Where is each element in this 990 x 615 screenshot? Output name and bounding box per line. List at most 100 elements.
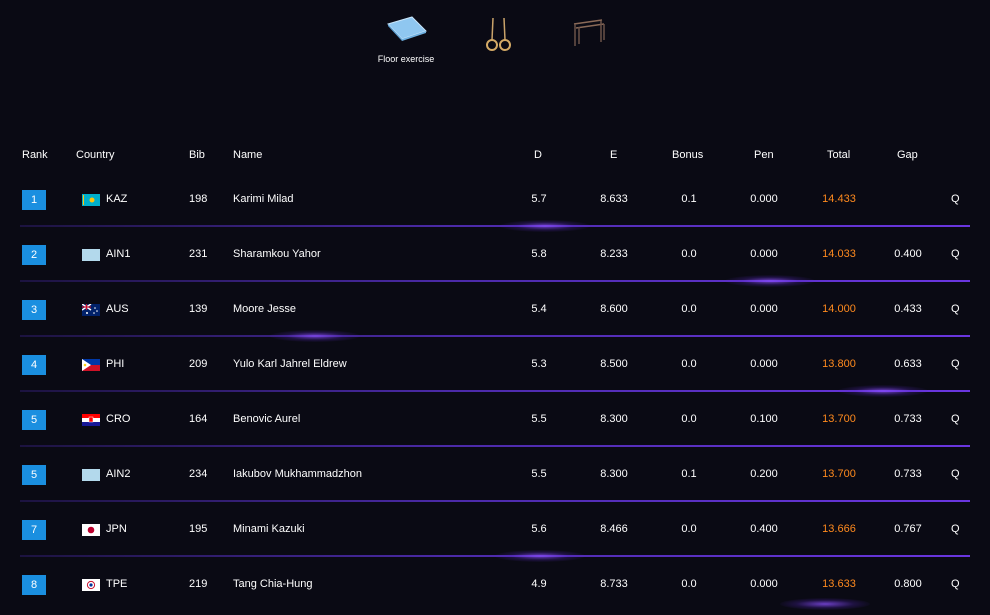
country-code: PHI — [106, 358, 125, 370]
apparatus-rings[interactable] — [459, 14, 539, 54]
penalty: 0.000 — [750, 358, 778, 370]
total-score: 14.433 — [822, 193, 856, 205]
rank-badge: 3 — [22, 300, 46, 320]
bonus-score: 0.1 — [681, 468, 697, 480]
bib-number: 234 — [189, 468, 208, 480]
country-code: AIN1 — [106, 248, 131, 260]
e-score: 8.300 — [600, 468, 628, 480]
penalty: 0.100 — [750, 413, 778, 425]
header-e[interactable]: E — [610, 149, 617, 161]
d-score: 5.6 — [531, 523, 547, 535]
total-score: 13.700 — [822, 413, 856, 425]
d-score: 5.8 — [531, 248, 547, 260]
qualified-mark: Q — [951, 303, 960, 315]
header-bib[interactable]: Bib — [189, 149, 205, 161]
bonus-score: 0.0 — [681, 358, 697, 370]
table-row[interactable]: 5 CRO 164 Benovic Aurel 5.5 8.300 0.0 0.… — [0, 392, 990, 447]
bonus-score: 0.0 — [681, 578, 697, 590]
header-d[interactable]: D — [534, 149, 542, 161]
qualified-mark: Q — [951, 358, 960, 370]
flag-kaz-icon — [82, 194, 100, 206]
table-row[interactable]: 3 AUS 139 Moore Jesse 5.4 8.600 0.0 0.00… — [0, 282, 990, 342]
header-bonus[interactable]: Bonus — [672, 149, 703, 161]
bib-number: 139 — [189, 303, 208, 315]
flag-jpn-icon — [82, 524, 100, 536]
rank-badge: 2 — [22, 245, 46, 265]
flag-neutral-icon — [82, 469, 100, 481]
athlete-name[interactable]: Moore Jesse — [233, 303, 296, 315]
total-score: 13.666 — [822, 523, 856, 535]
bib-number: 219 — [189, 578, 208, 590]
d-score: 5.4 — [531, 303, 547, 315]
e-score: 8.300 — [600, 413, 628, 425]
country-code: TPE — [106, 578, 128, 590]
total-score: 14.033 — [822, 248, 856, 260]
flag-tpe-icon — [82, 579, 100, 591]
qualified-mark: Q — [951, 193, 960, 205]
flag-aus-icon — [82, 304, 100, 316]
qualified-mark: Q — [951, 523, 960, 535]
penalty: 0.200 — [750, 468, 778, 480]
table-row[interactable]: 4 PHI 209 Yulo Karl Jahrel Eldrew 5.3 8.… — [0, 337, 990, 397]
d-score: 5.5 — [531, 413, 547, 425]
e-score: 8.733 — [600, 578, 628, 590]
results-table-header: Rank Country Bib Name D E Bonus Pen Tota… — [0, 149, 990, 165]
header-rank[interactable]: Rank — [22, 149, 48, 161]
bonus-score: 0.0 — [681, 248, 697, 260]
qualified-mark: Q — [951, 578, 960, 590]
athlete-name[interactable]: Yulo Karl Jahrel Eldrew — [233, 358, 347, 370]
gap: 0.733 — [894, 413, 922, 425]
floor-mat-icon — [387, 16, 427, 41]
country-code: CRO — [106, 413, 131, 425]
header-gap[interactable]: Gap — [897, 149, 918, 161]
total-score: 14.000 — [822, 303, 856, 315]
qualified-mark: Q — [951, 468, 960, 480]
header-pen[interactable]: Pen — [754, 149, 774, 161]
athlete-name[interactable]: Minami Kazuki — [233, 523, 305, 535]
athlete-name[interactable]: Karimi Milad — [233, 193, 294, 205]
penalty: 0.400 — [750, 523, 778, 535]
gap: 0.400 — [894, 248, 922, 260]
table-row[interactable]: 8 TPE 219 Tang Chia-Hung 4.9 8.733 0.0 0… — [0, 557, 990, 612]
rank-badge: 8 — [22, 575, 46, 595]
country-code: JPN — [106, 523, 127, 535]
e-score: 8.233 — [600, 248, 628, 260]
d-score: 5.5 — [531, 468, 547, 480]
rank-badge: 4 — [22, 355, 46, 375]
table-row[interactable]: 1 KAZ 198 Karimi Milad 5.7 8.633 0.1 0.0… — [0, 172, 990, 232]
e-score: 8.600 — [600, 303, 628, 315]
athlete-name[interactable]: Sharamkou Yahor — [233, 248, 321, 260]
penalty: 0.000 — [750, 248, 778, 260]
penalty: 0.000 — [750, 578, 778, 590]
total-score: 13.633 — [822, 578, 856, 590]
rank-badge: 5 — [22, 465, 46, 485]
apparatus-floor[interactable]: Floor exercise — [366, 14, 446, 64]
athlete-name[interactable]: Tang Chia-Hung — [233, 578, 313, 590]
d-score: 4.9 — [531, 578, 547, 590]
header-total[interactable]: Total — [827, 149, 850, 161]
bonus-score: 0.1 — [681, 193, 697, 205]
table-row[interactable]: 7 JPN 195 Minami Kazuki 5.6 8.466 0.0 0.… — [0, 502, 990, 562]
country-code: AIN2 — [106, 468, 131, 480]
table-row[interactable]: 2 AIN1 231 Sharamkou Yahor 5.8 8.233 0.0… — [0, 227, 990, 287]
e-score: 8.633 — [600, 193, 628, 205]
country-code: AUS — [106, 303, 129, 315]
table-row[interactable]: 5 AIN2 234 Iakubov Mukhammadzhon 5.5 8.3… — [0, 447, 990, 502]
athlete-name[interactable]: Iakubov Mukhammadzhon — [233, 468, 362, 480]
apparatus-parallel-bars[interactable] — [548, 14, 628, 50]
e-score: 8.466 — [600, 523, 628, 535]
flag-phi-icon — [82, 359, 100, 371]
penalty: 0.000 — [750, 303, 778, 315]
total-score: 13.800 — [822, 358, 856, 370]
gap: 0.800 — [894, 578, 922, 590]
athlete-name[interactable]: Benovic Aurel — [233, 413, 300, 425]
header-country[interactable]: Country — [76, 149, 115, 161]
divider-glow — [780, 598, 870, 610]
apparatus-selector: Floor exercise — [0, 0, 990, 100]
gap: 0.733 — [894, 468, 922, 480]
apparatus-floor-label: Floor exercise — [377, 54, 435, 64]
d-score: 5.7 — [531, 193, 547, 205]
bonus-score: 0.0 — [681, 523, 697, 535]
header-name[interactable]: Name — [233, 149, 262, 161]
parallel-bars-icon — [573, 19, 605, 46]
